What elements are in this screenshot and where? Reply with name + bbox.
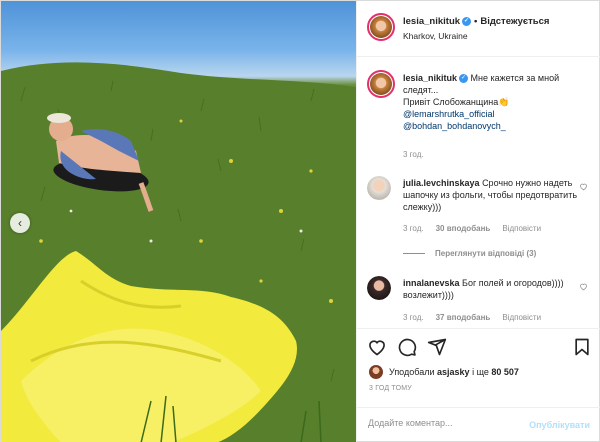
comment-meta: 3 год. 30 вподобань Відповісти: [403, 224, 541, 233]
reply-button[interactable]: Відповісти: [502, 313, 541, 322]
comment: innalanevska Бог полей и огородов)))) во…: [403, 277, 588, 301]
comment-time: 3 год.: [403, 224, 424, 233]
separator-dot: •: [474, 16, 478, 27]
post-header: lesia_nikituk ✓ • Відстежується Kharkov, Uk…: [357, 1, 600, 57]
publish-button[interactable]: Опублікувати: [529, 420, 590, 430]
caption: lesia_nikituk ✓ Мне кажется за мной следя…: [403, 72, 588, 132]
likes-summary[interactable]: Уподобали asjasky і ще 80 507: [369, 365, 519, 379]
replies-line: [403, 253, 425, 254]
heart-icon[interactable]: [367, 337, 387, 357]
liker-avatar: [369, 365, 383, 379]
mention-link[interactable]: @lemarshrutka_official: [403, 109, 495, 119]
post-actions: Уподобали asjasky і ще 80 507 3 ГОД ТОМУ…: [357, 328, 600, 442]
view-replies-button[interactable]: Переглянути відповіді (3): [403, 249, 536, 258]
photo-illustration: [1, 62, 356, 442]
comment-input[interactable]: [368, 418, 518, 428]
comment-username[interactable]: innalanevska: [403, 278, 460, 288]
caption-username[interactable]: lesia_nikituk: [403, 73, 457, 83]
author-username[interactable]: lesia_nikituk: [403, 16, 460, 27]
comment-time: 3 год.: [403, 313, 424, 322]
comment-likes[interactable]: 30 вподобань: [436, 224, 491, 233]
commenter-avatar[interactable]: [367, 176, 391, 200]
comment-username[interactable]: julia.levchinskaya: [403, 178, 480, 188]
post-sidebar: lesia_nikituk ✓ • Відстежується Kharkov, Uk…: [356, 1, 600, 442]
caption-time: 3 год.: [403, 150, 424, 159]
instagram-post: ‹ lesia_nikituk ✓ • Відстежується Kharkov, …: [0, 0, 600, 442]
carousel-prev-button[interactable]: ‹: [10, 213, 30, 233]
post-timestamp[interactable]: 3 ГОД ТОМУ: [369, 385, 412, 392]
likes-prefix: Уподобали: [389, 367, 435, 377]
view-replies-label: Переглянути відповіді (3): [435, 249, 537, 258]
comment-likes[interactable]: 37 вподобань: [436, 313, 491, 322]
author-line: lesia_nikituk ✓ • Відстежується: [403, 16, 549, 27]
mention-link[interactable]: @bohdan_bohdanovych_: [403, 121, 506, 131]
likes-count[interactable]: 80 507: [491, 367, 519, 377]
verified-badge-icon: ✓: [459, 74, 469, 84]
comment-meta: 3 год. 37 вподобань Відповісти: [403, 313, 541, 322]
heart-icon[interactable]: [579, 182, 588, 191]
commenter-avatar[interactable]: [367, 276, 391, 300]
follow-button[interactable]: Відстежується: [480, 16, 549, 27]
add-comment-bar: Опублікувати: [357, 407, 600, 442]
comment: julia.levchinskaya Срочно нужно надеть ш…: [403, 177, 588, 213]
share-icon[interactable]: [427, 337, 447, 357]
author-avatar[interactable]: [367, 13, 395, 41]
bookmark-icon[interactable]: [572, 337, 592, 357]
caption-line2: Привіт Слобожанщина👏: [403, 97, 510, 107]
likes-middle: і ще: [472, 367, 489, 377]
caption-avatar[interactable]: [367, 70, 395, 98]
chevron-left-icon: ‹: [18, 216, 22, 230]
location-link[interactable]: Kharkov, Ukraine: [403, 31, 468, 41]
verified-badge-icon: ✓: [462, 16, 472, 26]
heart-icon[interactable]: [579, 282, 588, 291]
reply-button[interactable]: Відповісти: [502, 224, 541, 233]
post-photo[interactable]: ‹: [1, 1, 356, 442]
comments-list[interactable]: lesia_nikituk ✓ Мне кажется за мной следя…: [357, 58, 600, 328]
liker-username[interactable]: asjasky: [437, 367, 470, 377]
comment-icon[interactable]: [397, 337, 417, 357]
